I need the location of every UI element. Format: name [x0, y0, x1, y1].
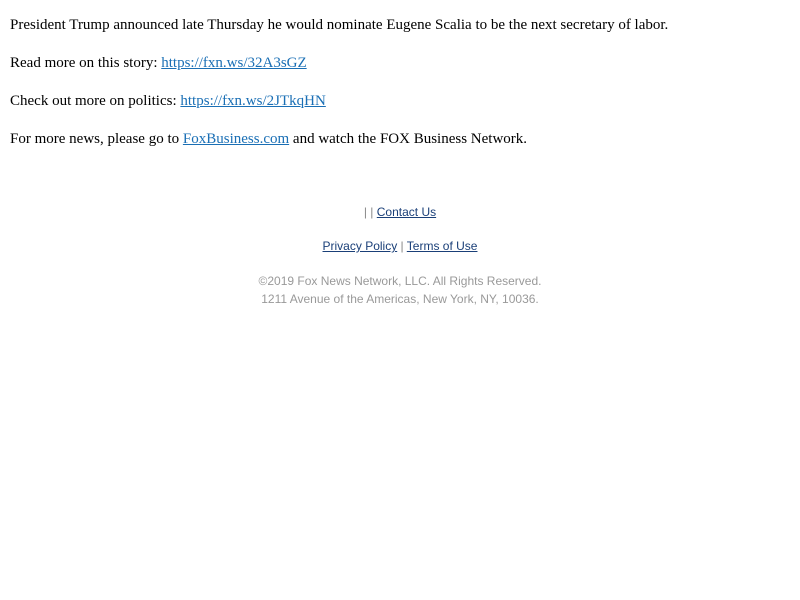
foxbusiness-link[interactable]: FoxBusiness.com	[183, 131, 289, 147]
footer-separator-mid: |	[397, 239, 407, 253]
email-body: President Trump announced late Thursday …	[0, 0, 800, 148]
address-text: 1211 Avenue of the Americas, New York, N…	[261, 292, 539, 306]
more-news-label: For more news, please go to	[10, 131, 183, 147]
footer-separator: | |	[363, 205, 377, 219]
read-more-label: Read more on this story:	[10, 55, 162, 71]
article-paragraph-3: Check out more on politics: https://fxn.…	[10, 92, 800, 110]
copyright-text: ©2019 Fox News Network, LLC. All Rights …	[258, 274, 542, 288]
politics-link[interactable]: https://fxn.ws/2JTkqHN	[180, 93, 325, 109]
footer-contact-line: | | Contact Us	[0, 204, 800, 220]
contact-us-link[interactable]: Contact Us	[377, 205, 436, 219]
article-paragraph-1: President Trump announced late Thursday …	[10, 16, 800, 34]
privacy-policy-link[interactable]: Privacy Policy	[323, 239, 398, 253]
article-paragraph-4: For more news, please go to FoxBusiness.…	[10, 130, 800, 148]
terms-of-use-link[interactable]: Terms of Use	[407, 239, 478, 253]
article-text-nomination: President Trump announced late Thursday …	[10, 17, 669, 33]
article-paragraph-2: Read more on this story: https://fxn.ws/…	[10, 54, 800, 72]
politics-label: Check out more on politics:	[10, 93, 181, 109]
footer-legal-line: Privacy Policy | Terms of Use	[0, 238, 800, 254]
more-news-suffix: and watch the FOX Business Network.	[289, 131, 528, 147]
email-footer: | | Contact Us Privacy Policy | Terms of…	[0, 204, 800, 308]
story-link[interactable]: https://fxn.ws/32A3sGZ	[161, 55, 306, 71]
